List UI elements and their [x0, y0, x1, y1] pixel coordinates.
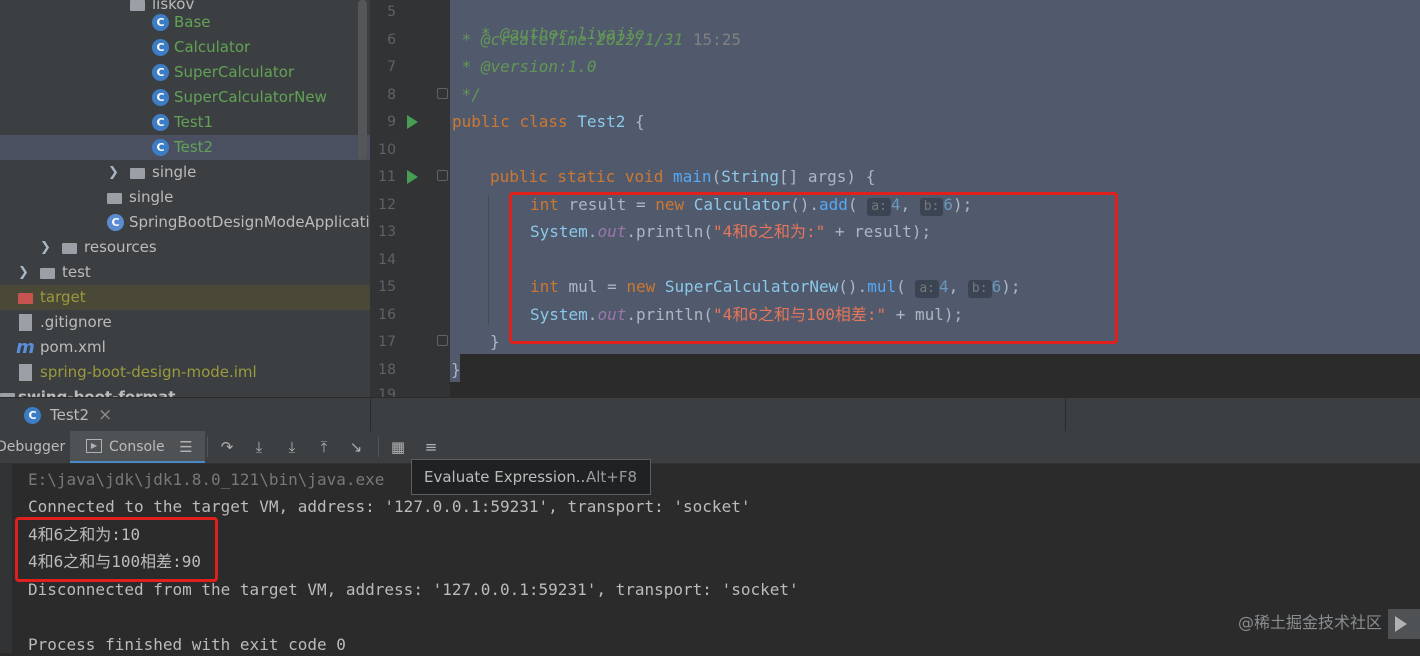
tree-item-pom[interactable]: m pom.xml	[0, 335, 370, 360]
console-line: E:\java\jdk\jdk1.8.0_121\bin\java.exe	[28, 470, 385, 489]
code-line-11: public static void main(String[] args) {	[490, 167, 876, 186]
debug-toolbar: Debugger ▶ Console ☰ ↷ ⤓ ⤓ ⤒ ↘ ▦ ≡	[0, 431, 1420, 464]
line-number: 8	[387, 87, 396, 103]
trace-icon[interactable]: ≡	[423, 439, 439, 455]
class-icon: C	[152, 114, 169, 131]
file-icon	[19, 364, 32, 381]
run-icon[interactable]	[407, 115, 418, 129]
run-to-cursor-icon[interactable]: ↘	[348, 439, 364, 455]
folder-icon	[107, 193, 122, 204]
menu-icon[interactable]: ☰	[178, 439, 194, 455]
evaluate-expression-tooltip: Evaluate Expression... Alt+F8	[411, 459, 651, 495]
tree-item-iml[interactable]: spring-boot-design-mode.iml	[0, 360, 370, 385]
class-icon: C	[152, 39, 169, 56]
maven-icon: m	[16, 337, 35, 358]
tree-item-supercalculator[interactable]: C SuperCalculator	[0, 60, 370, 85]
step-out-icon[interactable]: ⤒	[316, 439, 332, 455]
step-into-icon[interactable]: ⤓	[251, 439, 267, 455]
divider	[378, 437, 379, 457]
line-number: 11	[378, 169, 396, 185]
watermark: @稀土掘金技术社区	[1238, 613, 1383, 632]
chevron-right-icon[interactable]: ❯	[40, 235, 52, 260]
output-highlight-box	[15, 517, 218, 582]
code-line-18: }	[451, 360, 461, 379]
divider	[1065, 398, 1066, 432]
code-line-6: * @createTime:2022/1/31 15:25	[452, 30, 741, 49]
console-line: Connected to the target VM, address: '12…	[28, 497, 751, 516]
close-icon[interactable]: ×	[98, 398, 112, 432]
tree-item-test1[interactable]: C Test1	[0, 110, 370, 135]
tab-debugger[interactable]: Debugger	[0, 431, 65, 463]
folder-icon	[130, 168, 145, 179]
tree-item-target[interactable]: target	[0, 285, 370, 310]
class-icon: C	[152, 89, 169, 106]
line-number: 14	[378, 252, 396, 268]
line-number: 19	[378, 387, 396, 397]
line-number: 9	[387, 114, 396, 130]
line-number: 6	[387, 32, 396, 48]
line-number: 18	[378, 362, 396, 378]
project-tree: liskov C Base C Calculator C SuperCalcul…	[0, 0, 370, 397]
tree-item-test2[interactable]: C Test2	[0, 135, 370, 160]
step-over-icon[interactable]: ↷	[219, 439, 235, 455]
folder-icon	[40, 268, 55, 279]
line-number: 17	[378, 334, 396, 350]
divider	[370, 398, 371, 432]
tree-item-base[interactable]: C Base	[0, 10, 370, 35]
class-icon: C	[152, 14, 169, 31]
tree-item-next[interactable]: swing-boot-format	[0, 385, 370, 397]
tree-item-test[interactable]: ❯ test	[0, 260, 370, 285]
code-line-17: }	[490, 332, 500, 351]
tree-item-application[interactable]: C SpringBootDesignModeApplicati	[0, 210, 370, 235]
run-icon[interactable]	[407, 170, 418, 184]
run-tab-bar: C Test2 ×	[0, 397, 1420, 432]
tree-item-resources[interactable]: ❯ resources	[0, 235, 370, 260]
class-icon: C	[152, 139, 169, 156]
class-icon: C	[152, 64, 169, 81]
indent-guide	[488, 195, 489, 325]
code-line-7: * @version:1.0	[452, 57, 597, 76]
force-step-into-icon[interactable]: ⤓	[284, 439, 300, 455]
play-icon	[1395, 616, 1407, 632]
tree-item-single-package[interactable]: ❯ single	[0, 160, 370, 185]
tree-item-single[interactable]: single	[0, 185, 370, 210]
code-line-9: public class Test2 {	[452, 112, 645, 131]
folder-icon	[18, 293, 33, 304]
chevron-right-icon[interactable]: ❯	[108, 160, 120, 185]
chevron-right-icon[interactable]: ❯	[18, 260, 30, 285]
tree-item-gitignore[interactable]: .gitignore	[0, 310, 370, 335]
console-icon: ▶	[86, 439, 102, 453]
tree-item-supercalculatornew[interactable]: C SuperCalculatorNew	[0, 85, 370, 110]
tree-item-calculator[interactable]: C Calculator	[0, 35, 370, 60]
line-number: 16	[378, 307, 396, 323]
spring-class-icon: C	[107, 214, 124, 231]
folder-icon	[62, 243, 77, 254]
line-number: 13	[378, 224, 396, 240]
file-icon	[19, 314, 32, 331]
highlight-box	[509, 192, 1118, 344]
line-number: 7	[387, 59, 396, 75]
tree-scrollbar[interactable]	[358, 0, 367, 160]
class-icon: C	[24, 407, 41, 424]
console-gutter	[0, 464, 12, 653]
line-number: 10	[378, 142, 396, 158]
fold-marker-icon[interactable]	[437, 170, 448, 181]
fold-marker-icon[interactable]	[437, 335, 448, 346]
fold-marker-icon[interactable]	[437, 88, 448, 99]
divider	[207, 437, 208, 457]
console-line: Disconnected from the target VM, address…	[28, 580, 799, 599]
line-number: 12	[378, 197, 396, 213]
line-number: 5	[387, 4, 396, 20]
code-line-8: */	[452, 85, 481, 104]
corner-button[interactable]	[1388, 609, 1420, 639]
line-number: 15	[378, 279, 396, 295]
evaluate-expression-icon[interactable]: ▦	[390, 439, 406, 455]
